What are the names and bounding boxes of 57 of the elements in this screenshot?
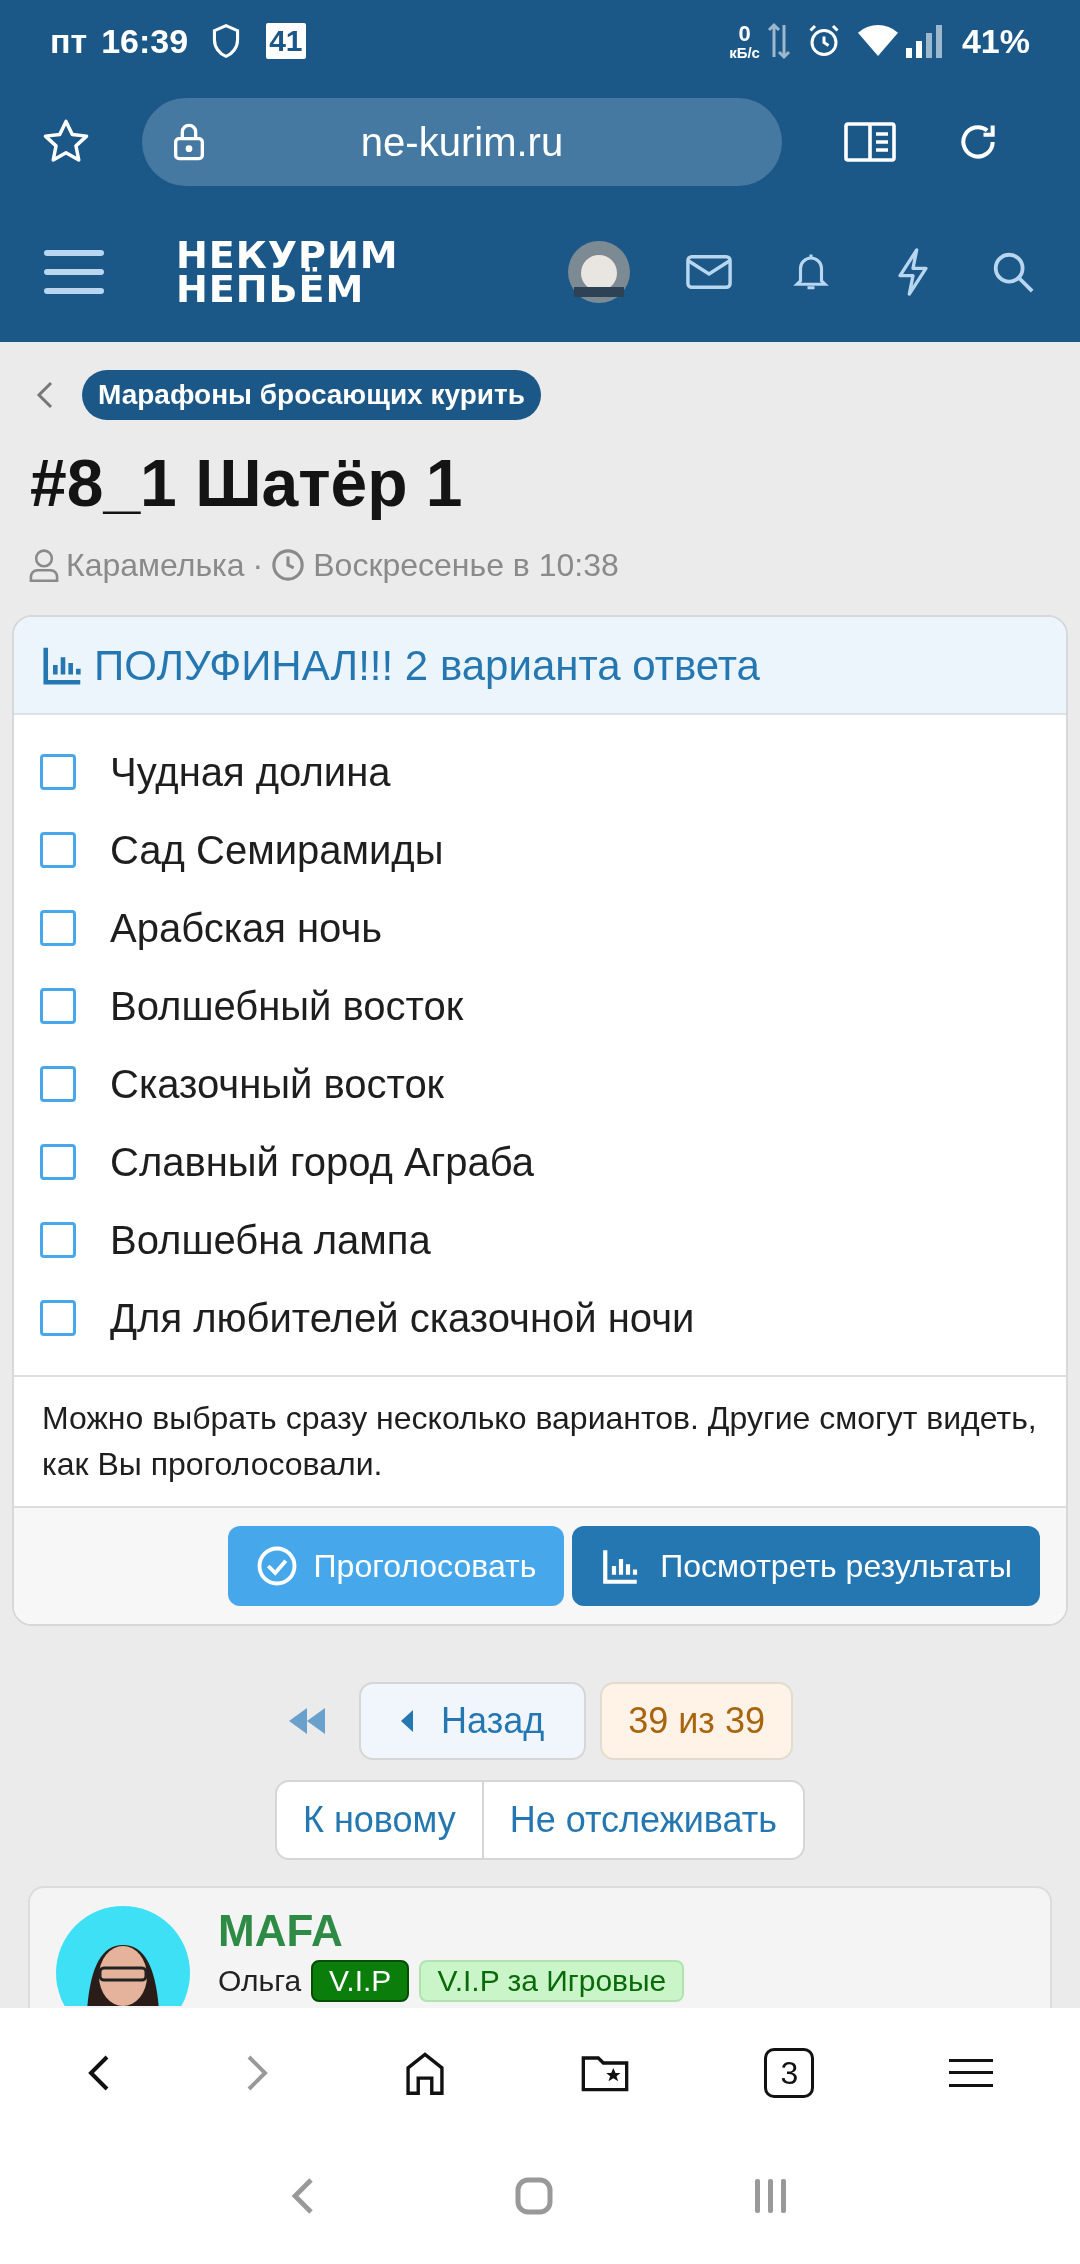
site-logo[interactable]: НЕКУРИМ НЕПЬЁМ (176, 237, 399, 307)
checkbox[interactable] (40, 1144, 76, 1180)
checkbox[interactable] (40, 988, 76, 1024)
recent-apps-icon[interactable] (753, 2177, 789, 2215)
unwatch-button[interactable]: Не отслеживать (483, 1781, 804, 1858)
username[interactable]: MAFA (218, 1905, 685, 1956)
address-bar[interactable]: ne-kurim.ru (142, 98, 782, 186)
mail-icon[interactable] (686, 254, 732, 290)
checkbox[interactable] (40, 910, 76, 946)
data-arrows-icon (765, 21, 792, 61)
poll-option[interactable]: Волшебный восток (110, 976, 464, 1036)
lock-icon (172, 122, 206, 162)
check-circle-icon (255, 1544, 298, 1587)
speed-value: 0 (738, 22, 751, 45)
poll-option[interactable]: Славный город Аграба (110, 1132, 535, 1192)
checkbox[interactable] (40, 832, 76, 868)
poll-option[interactable]: Волшебна лампа (110, 1210, 431, 1270)
status-day: пт (50, 15, 88, 67)
system-home-icon[interactable] (515, 2177, 553, 2215)
poll-option[interactable]: Для любителей сказочной ночи (110, 1288, 695, 1348)
user-badge: V.I.P за Игровые (419, 1959, 685, 2002)
tabs-button[interactable]: 3 (764, 2048, 815, 2098)
user-real-name: Ольга (218, 1962, 302, 1999)
checkbox[interactable] (40, 754, 76, 790)
menu-icon[interactable] (948, 2057, 993, 2089)
checkbox[interactable] (40, 1222, 76, 1258)
poll-option[interactable]: Сказочный восток (110, 1054, 445, 1114)
checkbox[interactable] (40, 1066, 76, 1102)
url-text: ne-kurim.ru (359, 119, 565, 166)
reader-view-icon[interactable] (844, 122, 896, 162)
status-time: 16:39 (101, 20, 189, 62)
speed-unit: кБ/с (729, 44, 760, 60)
checkbox[interactable] (40, 1300, 76, 1336)
bookmarks-folder-icon[interactable] (580, 2053, 631, 2093)
wifi-icon (857, 24, 898, 58)
jump-to-new-button[interactable]: К новому (276, 1781, 484, 1858)
breadcrumb-link[interactable]: Марафоны бросающих курить (82, 370, 541, 420)
post-date: Воскресенье в 10:38 (313, 546, 619, 585)
user-icon (28, 548, 60, 582)
clock-icon (271, 548, 306, 582)
home-icon[interactable] (403, 2051, 446, 2095)
separator-dot: · (252, 546, 264, 585)
view-results-button[interactable]: Посмотреть результаты (572, 1525, 1040, 1606)
back-button[interactable]: Назад (359, 1681, 587, 1760)
poll-option[interactable]: Чудная долина (110, 742, 391, 802)
battery-level: 41% (961, 20, 1030, 62)
signal-icon (905, 24, 944, 58)
left-triangle-icon (401, 1709, 414, 1732)
user-badge: V.I.P (311, 1959, 410, 2002)
thread-title: #8_1 Шатёр 1 (29, 445, 464, 522)
calendar-badge: 41 (266, 23, 306, 59)
user-avatar[interactable] (568, 241, 630, 303)
poll-title: ПОЛУФИНАЛ!!! 2 варианта ответа (94, 640, 760, 691)
system-back-icon[interactable] (291, 2176, 315, 2216)
poll-option[interactable]: Арабская ночь (110, 898, 383, 958)
page-indicator: 39 из 39 (600, 1681, 793, 1760)
poll-option[interactable]: Сад Семирамиды (110, 820, 444, 880)
